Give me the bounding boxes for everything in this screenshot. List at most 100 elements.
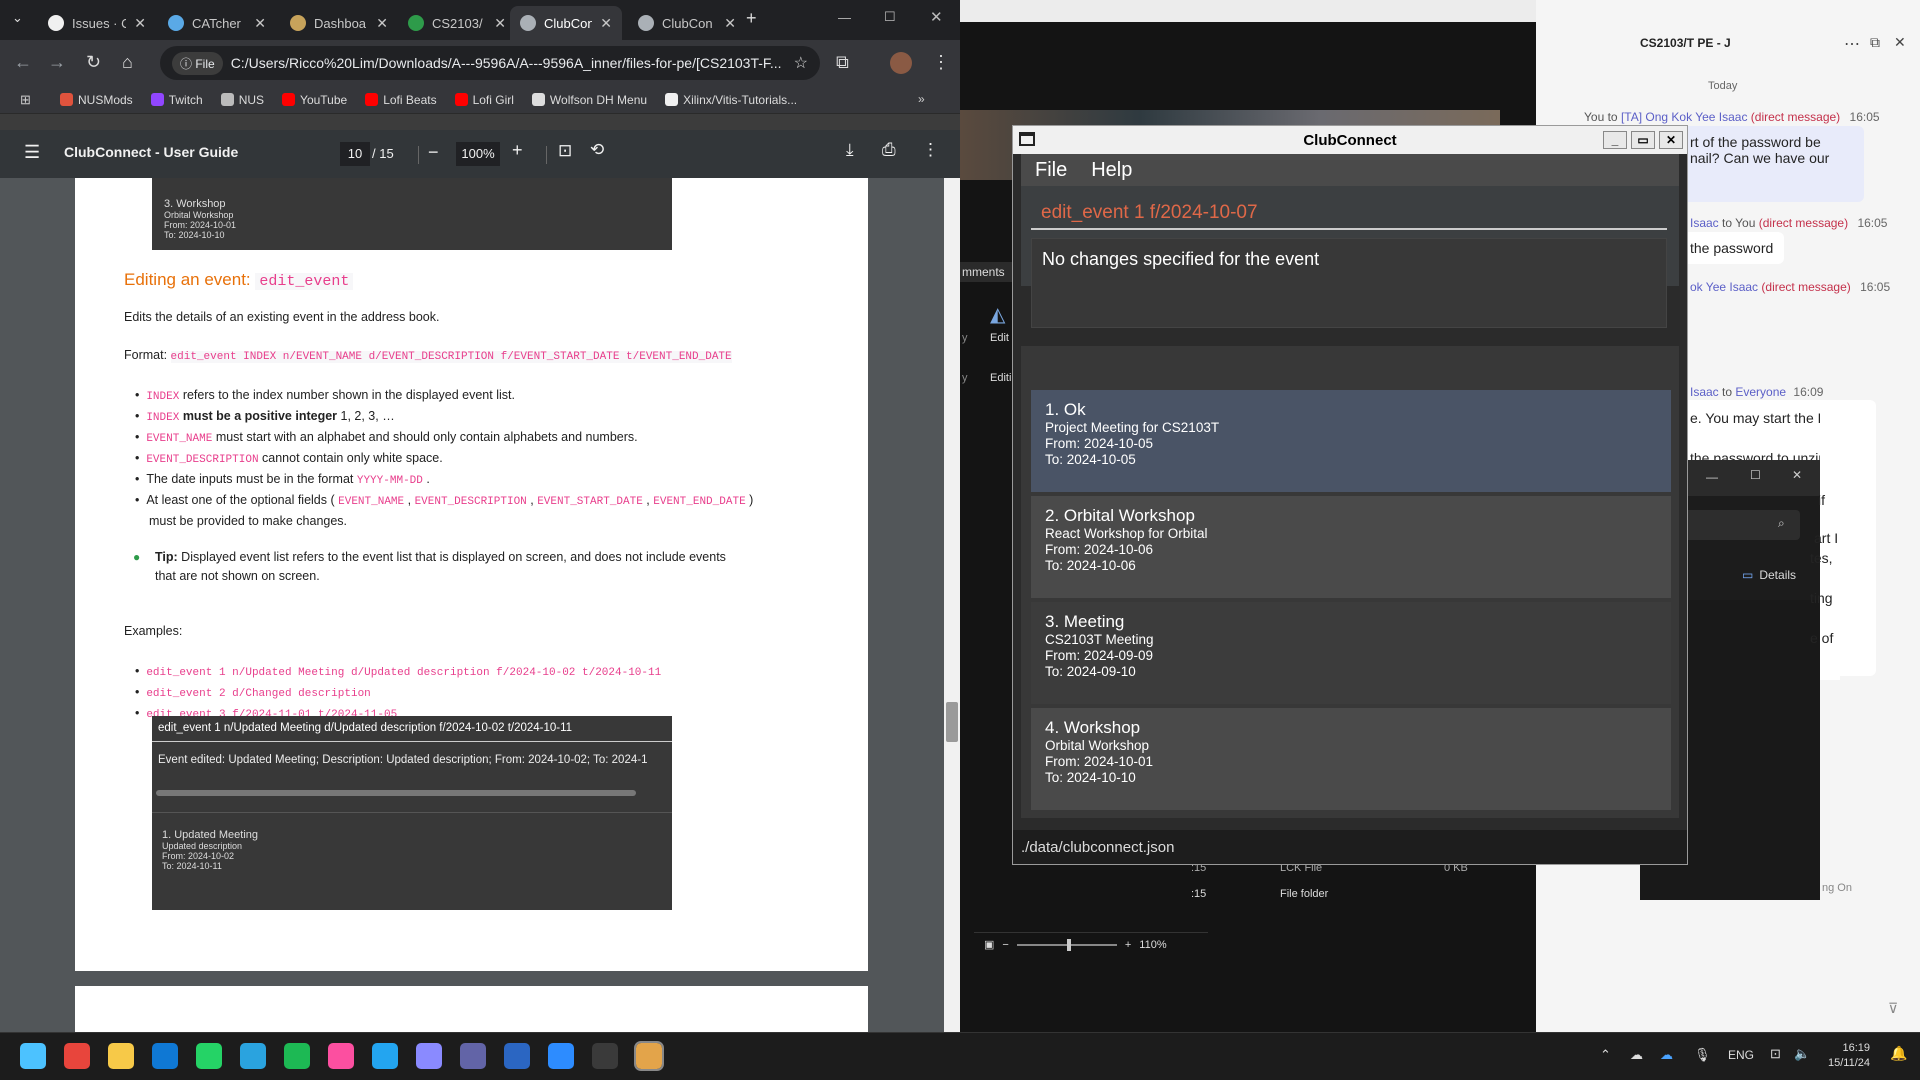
network-icon[interactable]: ⊡ xyxy=(1770,1046,1781,1062)
bookmark-item[interactable]: Xilinx/Vitis-Tutorials... xyxy=(665,93,797,107)
minimize-button[interactable]: _ xyxy=(1603,131,1627,149)
browser-tab[interactable]: CS2103/ ✕ xyxy=(398,6,516,40)
format-icon[interactable]: ⊽ xyxy=(1888,1000,1898,1017)
address-bar[interactable]: ⓘ File C:/Users/Ricco%20Lim/Downloads/A-… xyxy=(160,46,820,80)
minimize-icon[interactable]: — xyxy=(838,10,851,25)
bookmark-item[interactable]: NUS xyxy=(220,93,264,107)
tab-close-icon[interactable]: ✕ xyxy=(494,15,506,32)
more-options-icon[interactable]: ⋯ xyxy=(1844,34,1860,54)
event-card[interactable]: 2. Orbital Workshop React Workshop for O… xyxy=(1031,496,1671,598)
language-indicator[interactable]: ENG xyxy=(1728,1048,1754,1062)
extensions-icon[interactable]: ⧉ xyxy=(836,52,849,73)
menu-help[interactable]: Help xyxy=(1091,159,1132,182)
browser-tab[interactable]: Dashboa ✕ xyxy=(280,6,398,40)
more-bookmarks-icon[interactable]: » xyxy=(918,92,925,106)
onedrive-business-icon[interactable]: ☁ xyxy=(1660,1047,1673,1063)
forward-icon[interactable]: → xyxy=(48,52,66,73)
tab-close-icon[interactable]: ✕ xyxy=(134,15,146,32)
scrollbar-thumb[interactable] xyxy=(946,702,958,742)
browser-tab[interactable]: ClubCon ✕ xyxy=(510,6,622,40)
comments-tab[interactable]: mments xyxy=(960,262,1012,282)
tab-search-icon[interactable]: ⌄ xyxy=(12,10,23,26)
page-number-input[interactable]: 10 xyxy=(340,142,370,166)
minimize-icon[interactable]: — xyxy=(1706,470,1718,484)
event-card[interactable]: 4. Workshop Orbital Workshop From: 2024-… xyxy=(1031,708,1671,810)
whatsapp-icon[interactable] xyxy=(196,1043,222,1069)
bookmark-item[interactable]: Twitch xyxy=(150,93,203,107)
event-card[interactable]: 3. Meeting CS2103T Meeting From: 2024-09… xyxy=(1031,602,1671,704)
zoom-in-icon[interactable]: + xyxy=(512,140,523,161)
download-icon[interactable]: ⤓ xyxy=(846,140,854,160)
bookmark-star-icon[interactable]: ☆ xyxy=(794,53,808,73)
bookmark-item[interactable]: NUSMods xyxy=(60,93,133,107)
print-icon[interactable]: ⎙ xyxy=(882,140,896,160)
onedrive-icon[interactable]: ☁ xyxy=(1630,1047,1643,1063)
java-app-icon[interactable] xyxy=(634,1041,664,1071)
outlook-icon[interactable] xyxy=(152,1043,178,1069)
event-card[interactable]: 1. Ok Project Meeting for CS2103T From: … xyxy=(1031,390,1671,492)
event-list[interactable]: 1. Ok Project Meeting for CS2103T From: … xyxy=(1021,386,1679,818)
menu-icon[interactable]: ⋮ xyxy=(932,52,950,73)
close-icon[interactable]: ✕ xyxy=(1792,468,1802,482)
zoom-slider[interactable] xyxy=(1016,938,1117,951)
telegram-icon[interactable] xyxy=(240,1043,266,1069)
maximize-icon[interactable]: ☐ xyxy=(884,9,896,25)
teams-icon[interactable] xyxy=(460,1043,486,1069)
close-icon[interactable]: ✕ xyxy=(930,8,943,26)
zoom-out-icon[interactable]: − xyxy=(428,142,439,163)
file-explorer-icon[interactable] xyxy=(108,1043,134,1069)
tab-close-icon[interactable]: ✕ xyxy=(254,15,266,32)
bookmark-item[interactable]: Lofi Girl xyxy=(454,93,514,107)
more-actions-icon[interactable]: ⋮ xyxy=(922,140,939,160)
apps-icon[interactable]: ⊞ xyxy=(20,92,31,108)
window-titlebar[interactable]: ClubConnect _ ▭ ✕ xyxy=(1013,126,1687,154)
spotify-icon[interactable] xyxy=(284,1043,310,1069)
clock[interactable]: 16:19 15/11/24 xyxy=(1828,1041,1870,1071)
rotate-icon[interactable]: ⟲ xyxy=(590,140,604,160)
menu-file[interactable]: File xyxy=(1035,159,1067,182)
list-item: • edit_event 2 d/Changed description xyxy=(135,685,371,700)
start-icon[interactable] xyxy=(20,1043,46,1069)
zoom-icon[interactable] xyxy=(548,1043,574,1069)
terminal-icon[interactable] xyxy=(592,1043,618,1069)
close-icon[interactable]: ✕ xyxy=(1894,34,1906,51)
vscode-icon[interactable] xyxy=(372,1043,398,1069)
details-button[interactable]: ▭ Details xyxy=(1742,568,1796,582)
word-icon[interactable] xyxy=(504,1043,530,1069)
command-input[interactable]: edit_event 1 f/2024-10-07 xyxy=(1031,196,1667,230)
reload-icon[interactable]: ↻ xyxy=(86,52,101,73)
bookmark-item[interactable]: Lofi Beats xyxy=(365,93,437,107)
tab-close-icon[interactable]: ✕ xyxy=(724,15,736,32)
hamburger-menu-icon[interactable]: ☰ xyxy=(24,142,40,163)
show-hidden-icons[interactable]: ⌃ xyxy=(1600,1047,1611,1063)
zoom-in-icon[interactable]: + xyxy=(1125,939,1131,951)
browser-tab[interactable]: Issues · C ✕ xyxy=(38,6,156,40)
tab-close-icon[interactable]: ✕ xyxy=(376,15,388,32)
browser-tab[interactable]: CATcher ✕ xyxy=(158,6,276,40)
zoom-input[interactable]: 100% xyxy=(456,142,500,166)
bookmark-item[interactable]: Wolfson DH Menu xyxy=(531,93,647,107)
microphone-icon[interactable]: 🎙 xyxy=(1694,1047,1711,1063)
maximize-button[interactable]: ▭ xyxy=(1631,131,1655,149)
maximize-icon[interactable]: ☐ xyxy=(1750,468,1761,482)
close-button[interactable]: ✕ xyxy=(1659,131,1683,149)
new-tab-icon[interactable]: + xyxy=(746,8,757,29)
view-icon[interactable]: ▣ xyxy=(984,938,994,951)
bookmark-item[interactable]: YouTube xyxy=(282,93,347,107)
zoom-out-icon[interactable]: − xyxy=(1002,939,1008,951)
pdf-viewport[interactable]: 3. Workshop Orbital Workshop From: 2024-… xyxy=(0,178,960,1032)
copilot-icon[interactable] xyxy=(416,1043,442,1069)
home-icon[interactable]: ⌂ xyxy=(122,52,133,73)
profile-avatar[interactable] xyxy=(890,52,912,74)
jetbrains-icon[interactable] xyxy=(328,1043,354,1069)
volume-icon[interactable]: 🔈 xyxy=(1794,1046,1810,1062)
site-info-chip[interactable]: ⓘ File xyxy=(172,51,223,75)
notifications-icon[interactable]: 🔔 xyxy=(1890,1045,1907,1062)
scrollbar[interactable] xyxy=(944,178,960,1032)
browser-tab[interactable]: ClubCon ✕ xyxy=(628,6,746,40)
fit-page-icon[interactable]: ⊡ xyxy=(558,141,572,161)
tab-close-icon[interactable]: ✕ xyxy=(600,15,612,32)
chrome-icon[interactable] xyxy=(64,1043,90,1069)
back-icon[interactable]: ← xyxy=(14,52,32,73)
popout-icon[interactable]: ⧉ xyxy=(1870,34,1880,51)
